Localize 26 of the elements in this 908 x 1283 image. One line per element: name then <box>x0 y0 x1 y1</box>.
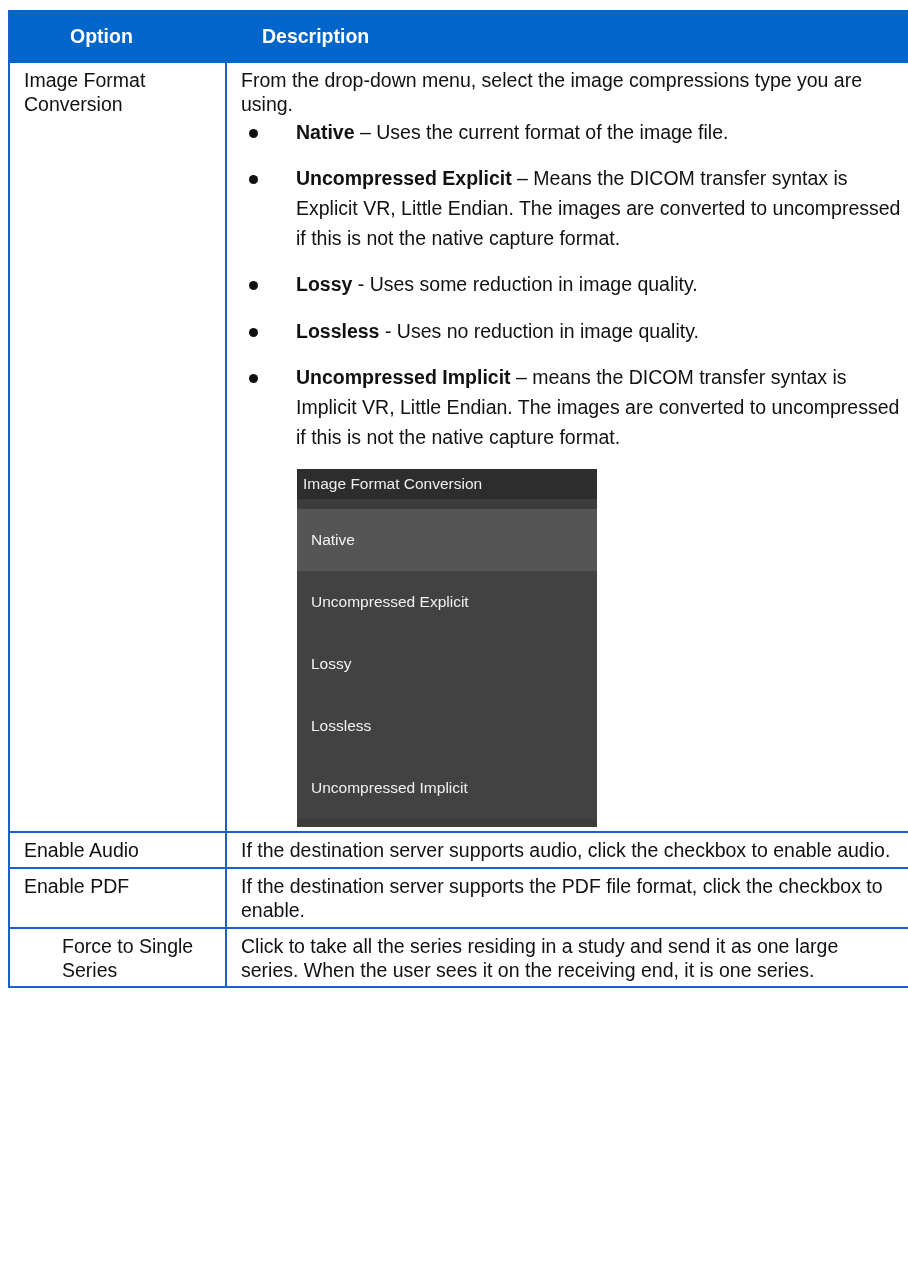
menu-item[interactable]: Uncompressed Implicit <box>297 757 597 820</box>
bullet-icon <box>249 281 258 291</box>
bullet-text: Lossless - Uses no reduction in image quality. <box>296 318 699 344</box>
menu-title: Image Format Conversion <box>297 468 597 500</box>
bullet-icon <box>249 174 258 184</box>
bullet-text: Uncompressed Explicit – Means the DICOM transfer syntax is Explicit VR, Little Endian. The images are converted to uncompressed if this is not the native capture format. <box>296 165 902 252</box>
menu-item[interactable]: Lossy <box>297 633 597 696</box>
menu-item[interactable]: Native <box>297 509 597 572</box>
bullet-text: Lossy - Uses some reduction in image quality. <box>296 272 698 298</box>
description-text: From the drop-down menu, select the image compressions type you are using. <box>241 69 864 117</box>
bullet-icon <box>249 373 258 383</box>
column-header: Description <box>227 10 908 63</box>
bullet-text: Uncompressed Implicit – means the DICOM transfer syntax is Implicit VR, Little Endian. The images are converted to uncompressed if this is not the native capture format. <box>296 364 901 451</box>
description-text: If the destination server supports audio, click the checkbox to enable audio. <box>241 839 892 864</box>
option-cell: Enable Audio <box>10 833 227 870</box>
description-text: Click to take all the series residing in a study and send it as one large series. When the user sees it on the receiving end, it is one series. <box>241 934 840 983</box>
option-cell: Force to Single Series <box>10 928 227 989</box>
bullet-text: Native – Uses the current format of the image file. <box>296 119 729 145</box>
option-cell: Image Format Conversion <box>10 63 227 834</box>
option-cell: Enable PDF <box>10 869 227 929</box>
column-header: Option <box>10 10 227 63</box>
description-text: If the destination server supports the PDF file format, click the checkbox to enable. <box>241 875 884 923</box>
menu-item[interactable]: Lossless <box>297 695 597 758</box>
menu-item[interactable]: Uncompressed Explicit <box>297 571 597 634</box>
bullet-icon <box>249 327 258 337</box>
bullet-icon <box>249 128 258 138</box>
